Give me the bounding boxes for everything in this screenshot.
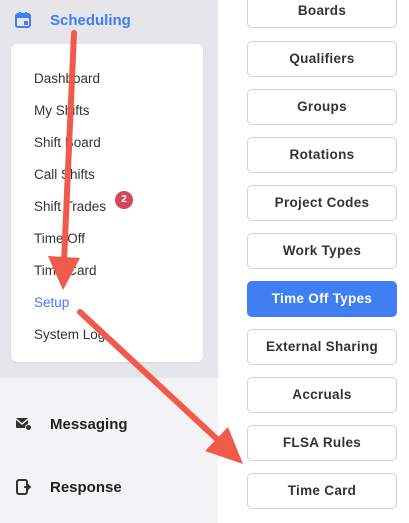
submenu-item-dashboard[interactable]: Dashboard [34, 69, 100, 89]
nav-messaging[interactable]: Messaging [0, 406, 218, 442]
submenu-item-time-off[interactable]: Time Off [34, 229, 85, 249]
submenu-item-call-shifts[interactable]: Call Shifts [34, 165, 95, 185]
nav-response-label: Response [50, 478, 122, 496]
nav-scheduling[interactable]: Scheduling [0, 2, 218, 38]
sidebar: Scheduling Dashboard My Shifts Shift Boa… [0, 0, 218, 523]
setup-external-sharing-button[interactable]: External Sharing [247, 329, 397, 365]
shift-trades-badge: 2 [115, 191, 133, 209]
nav-response[interactable]: Response [0, 469, 218, 505]
setup-work-types-button[interactable]: Work Types [247, 233, 397, 269]
response-icon [14, 478, 32, 496]
setup-accruals-button[interactable]: Accruals [247, 377, 397, 413]
nav-messaging-label: Messaging [50, 415, 128, 433]
setup-rotations-button[interactable]: Rotations [247, 137, 397, 173]
nav-scheduling-label: Scheduling [50, 11, 131, 29]
message-icon [14, 415, 32, 433]
submenu-item-time-card[interactable]: Time Card [34, 261, 97, 281]
scheduling-submenu: Dashboard My Shifts Shift Board Call Shi… [11, 44, 203, 362]
submenu-item-my-shifts[interactable]: My Shifts [34, 101, 90, 121]
submenu-item-shift-trades[interactable]: Shift Trades [34, 197, 106, 217]
setup-time-off-types-button[interactable]: Time Off Types [247, 281, 397, 317]
setup-groups-button[interactable]: Groups [247, 89, 397, 125]
submenu-item-setup[interactable]: Setup [34, 293, 69, 313]
scheduling-section: Scheduling Dashboard My Shifts Shift Boa… [0, 0, 218, 378]
submenu-item-shift-board[interactable]: Shift Board [34, 133, 101, 153]
setup-qualifiers-button[interactable]: Qualifiers [247, 41, 397, 77]
submenu-item-system-log[interactable]: System Log [34, 325, 105, 345]
calendar-icon [14, 11, 32, 29]
setup-time-card-button[interactable]: Time Card [247, 473, 397, 509]
setup-boards-button[interactable]: Boards [247, 0, 397, 28]
setup-project-codes-button[interactable]: Project Codes [247, 185, 397, 221]
setup-flsa-rules-button[interactable]: FLSA Rules [247, 425, 397, 461]
